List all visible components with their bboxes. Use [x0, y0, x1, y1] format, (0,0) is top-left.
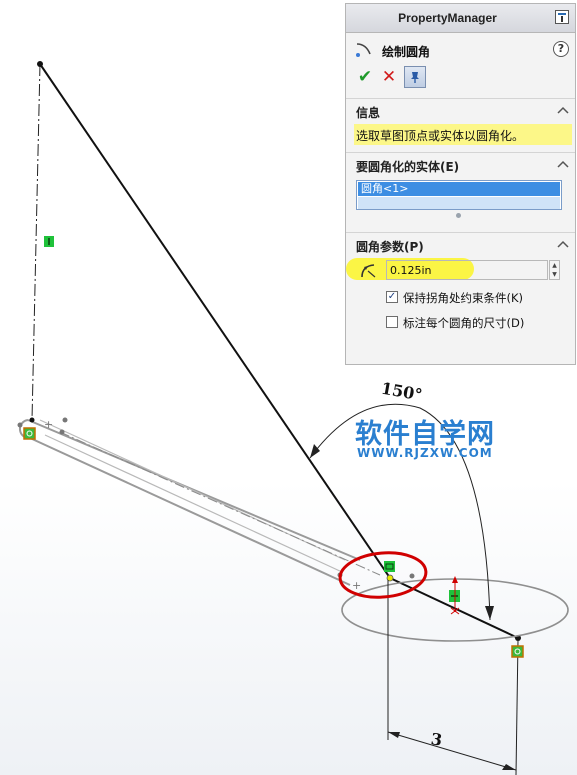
chevron-up-icon[interactable]	[557, 160, 569, 168]
coincident-relation-icon[interactable]	[384, 561, 395, 572]
sketch-fillet-icon	[356, 43, 371, 57]
dimension-arrow	[502, 764, 516, 770]
slot-center-mark: +	[352, 579, 361, 592]
cancel-button[interactable]: ✕	[378, 66, 400, 88]
entities-section-title: 要圆角化的实体(E)	[356, 160, 460, 174]
dimension-arrow	[485, 606, 494, 620]
message-section-title: 信息	[356, 106, 381, 120]
message-text: 选取草图顶点或实体以圆角化。	[356, 129, 525, 143]
coincident-relation-icon[interactable]	[23, 427, 36, 440]
panel-menu-icon[interactable]	[555, 10, 569, 24]
pin-icon	[411, 72, 419, 83]
entities-selection-box[interactable]: 圆角<1>	[356, 180, 562, 210]
ok-button[interactable]: ✔	[354, 66, 376, 88]
solidworks-window: + + 150° 3 软件自学网 WWW.RJZXW.COM PropertyM…	[0, 0, 577, 775]
entity-list-item[interactable]: 圆角<1>	[358, 182, 560, 196]
action-buttons: ✔ ✕	[354, 66, 434, 90]
feature-header: 绘制圆角 ?	[354, 40, 569, 60]
sketch-vertex[interactable]	[29, 417, 35, 423]
entity-list-empty-slot[interactable]	[358, 197, 560, 209]
sketch-vertex[interactable]	[37, 61, 43, 67]
slot-endpoint[interactable]	[59, 429, 65, 435]
dimension-arrow	[388, 732, 400, 738]
dimension-each-fillet-option[interactable]: 标注每个圆角的尺寸(D)	[386, 315, 566, 331]
slot-endpoint[interactable]	[62, 417, 68, 423]
construction-line-vertical[interactable]	[31, 63, 41, 421]
feature-name: 绘制圆角	[382, 45, 431, 59]
slot-inner-outline[interactable]	[39, 419, 346, 573]
coincident-relation-icon[interactable]	[511, 645, 524, 658]
watermark-url: WWW.RJZXW.COM	[357, 446, 493, 460]
chevron-up-icon[interactable]	[557, 106, 569, 114]
slot-endpoint[interactable]	[17, 422, 23, 428]
length-dimension-line[interactable]	[387, 731, 517, 771]
message-section-header[interactable]: 信息	[346, 98, 575, 123]
extension-line	[515, 639, 519, 775]
vertical-relation-icon[interactable]	[44, 236, 54, 247]
fillet-radius-icon	[361, 264, 376, 278]
keep-constrained-corners-option[interactable]: ✓ 保持拐角处约束条件(K)	[386, 290, 566, 306]
slot-center-mark: +	[44, 418, 53, 431]
entities-section-header[interactable]: 要圆角化的实体(E)	[346, 152, 575, 177]
dimension-each-fillet-checkbox[interactable]	[386, 316, 398, 328]
slot-endpoint[interactable]	[409, 573, 415, 579]
radius-spinner[interactable]: ▲ ▼	[549, 260, 560, 280]
keep-constrained-corners-label: 保持拐角处约束条件(K)	[403, 291, 524, 305]
property-manager-title: PropertyManager	[398, 11, 497, 25]
dimension-each-fillet-label: 标注每个圆角的尺寸(D)	[403, 316, 525, 330]
list-resize-handle[interactable]	[456, 213, 461, 218]
property-manager-panel: PropertyManager 绘制圆角 ? ✔ ✕ 信息 选取草图顶点或实体以…	[345, 3, 576, 365]
sketch-line-short[interactable]	[389, 577, 519, 639]
parameters-section-header[interactable]: 圆角参数(P)	[346, 232, 575, 257]
property-manager-titlebar: PropertyManager	[346, 4, 575, 33]
keep-constrained-corners-checkbox[interactable]: ✓	[386, 291, 398, 303]
fillet-radius-input[interactable]	[386, 260, 548, 280]
parameters-section-title: 圆角参数(P)	[356, 240, 424, 254]
keep-visible-pin-button[interactable]	[404, 66, 426, 88]
chevron-up-icon[interactable]	[557, 240, 569, 248]
dimension-arrow	[310, 444, 320, 458]
help-icon[interactable]: ?	[553, 41, 569, 57]
